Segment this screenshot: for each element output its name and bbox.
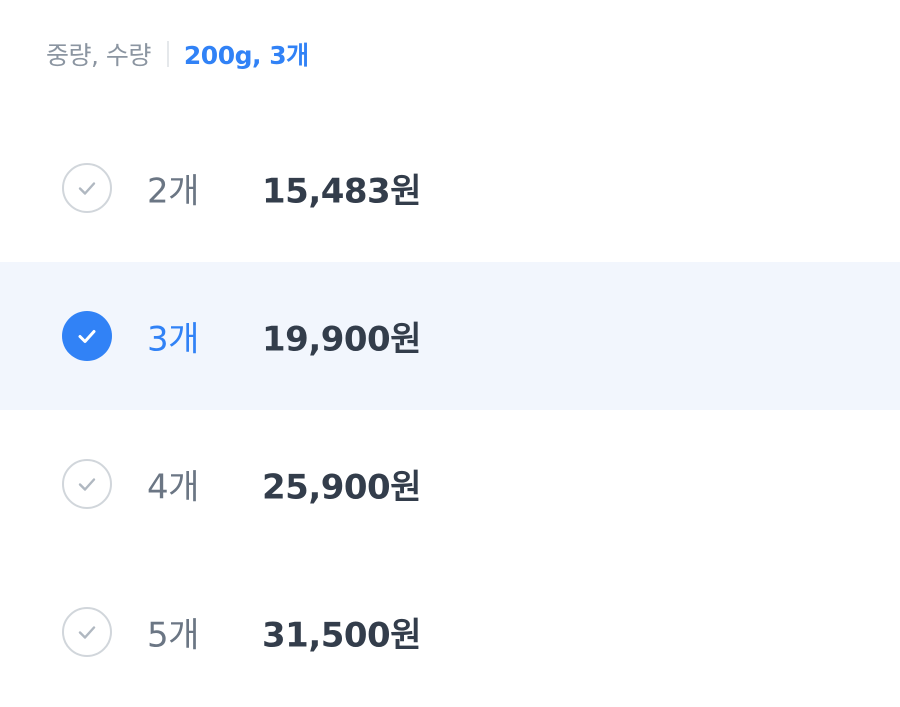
check-icon[interactable] xyxy=(62,163,112,213)
check-icon[interactable] xyxy=(62,607,112,657)
quantity-option-2[interactable]: 2개 15,483원 xyxy=(0,114,900,262)
check-icon[interactable] xyxy=(62,459,112,509)
quantity-option-4[interactable]: 4개 25,900원 xyxy=(0,410,900,558)
check-mark-icon xyxy=(78,330,96,343)
option-price: 25,900원 xyxy=(262,467,421,508)
option-category-label: 중량, 수량 xyxy=(46,41,151,70)
option-price: 19,900원 xyxy=(262,319,421,360)
header-divider xyxy=(166,41,169,67)
quantity-option-5[interactable]: 5개 31,500원 xyxy=(0,558,900,706)
check-mark-icon xyxy=(78,182,96,195)
option-quantity: 5개 xyxy=(147,615,199,656)
option-summary-header: 중량, 수량 200g, 3개 xyxy=(46,34,309,74)
check-mark-icon xyxy=(78,626,96,639)
option-price: 15,483원 xyxy=(262,171,421,212)
selected-option-value: 200g, 3개 xyxy=(183,41,309,70)
option-quantity: 3개 xyxy=(147,319,199,360)
option-price: 31,500원 xyxy=(262,615,421,656)
check-mark-icon xyxy=(78,478,96,491)
quantity-option-3[interactable]: 3개 19,900원 xyxy=(0,262,900,410)
quantity-option-list: 2개 15,483원 3개 19,900원 4개 25,900원 5개 31,5… xyxy=(0,114,900,706)
option-quantity: 4개 xyxy=(147,467,199,508)
option-quantity: 2개 xyxy=(147,171,199,212)
check-icon[interactable] xyxy=(62,311,112,361)
